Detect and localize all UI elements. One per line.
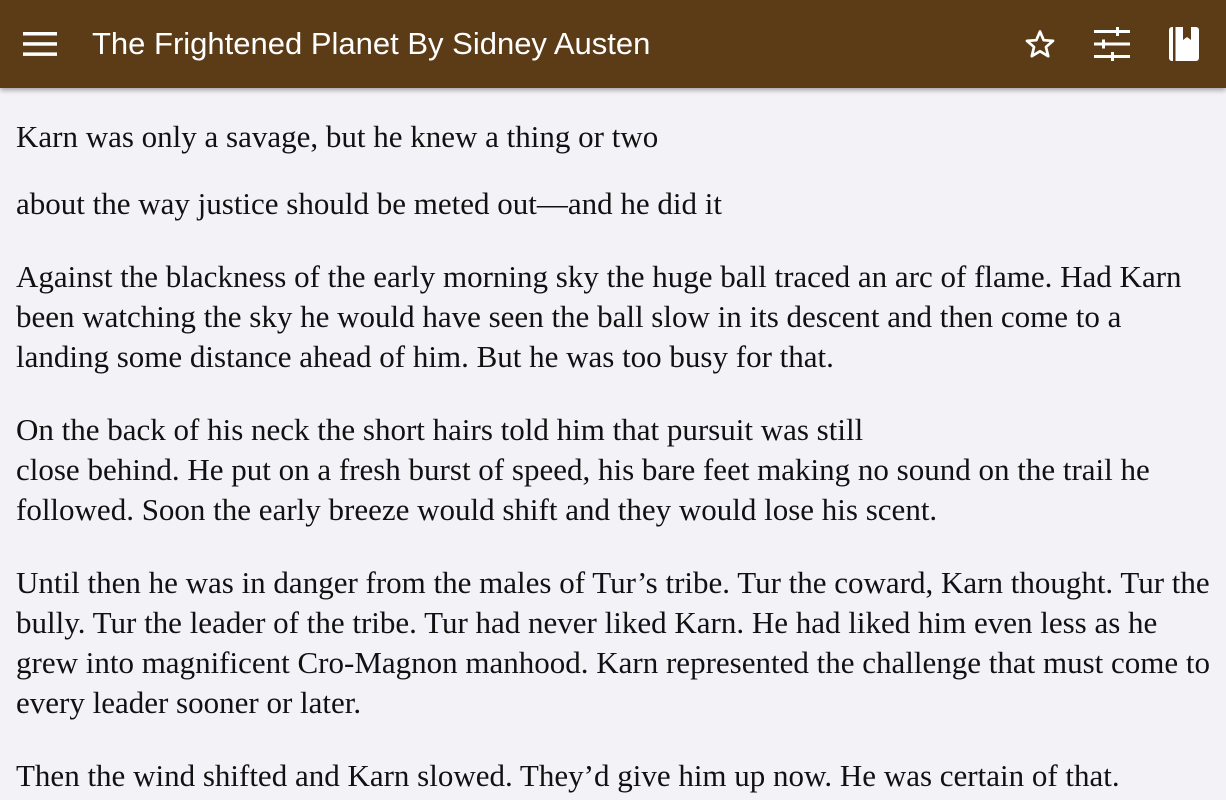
paragraph: Against the blackness of the early morni… xyxy=(16,259,1182,374)
subtitle-line-1: Karn was only a savage, but he knew a th… xyxy=(16,119,659,154)
paragraph: close behind. He put on a fresh burst of… xyxy=(16,452,1150,527)
subtitle-line-2: about the way justice should be meted ou… xyxy=(16,186,722,221)
book-icon[interactable] xyxy=(1162,22,1206,66)
tune-icon[interactable] xyxy=(1090,22,1134,66)
menu-icon[interactable] xyxy=(18,22,62,66)
star-icon[interactable] xyxy=(1018,22,1062,66)
paragraph: On the back of his neck the short hairs … xyxy=(16,412,864,447)
app-toolbar: The Frightened Planet By Sidney Austen xyxy=(0,0,1226,88)
book-title: The Frightened Planet By Sidney Austen xyxy=(92,26,651,61)
paragraph: Until then he was in danger from the mal… xyxy=(16,565,1210,720)
reader-content: Karn was only a savage, but he knew a th… xyxy=(16,88,1216,800)
paragraph: Then the wind shifted and Karn slowed. T… xyxy=(16,758,1120,793)
